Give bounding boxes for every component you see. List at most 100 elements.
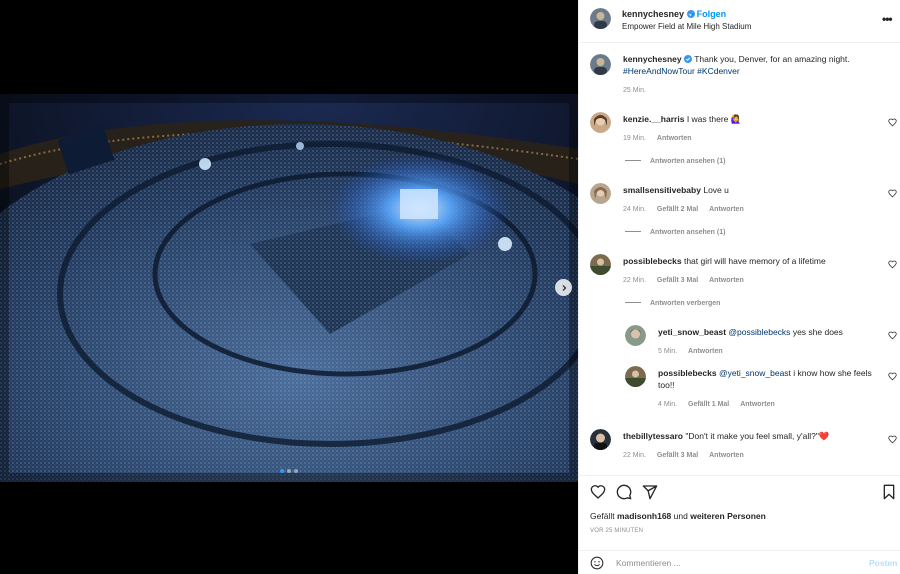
carousel-dot <box>287 469 291 473</box>
like-comment-heart-icon[interactable] <box>888 189 897 198</box>
save-bookmark-icon[interactable] <box>881 484 897 500</box>
like-reply-heart-icon[interactable] <box>888 331 897 340</box>
comment-time[interactable]: 24 Min. <box>623 206 646 213</box>
comment-body: I was there 🙋‍♀️ <box>686 114 742 124</box>
comment-time[interactable]: 22 Min. <box>623 452 646 459</box>
comment-meta: 19 Min. Antworten <box>623 135 701 142</box>
reply-username[interactable]: yeti_snow_beast <box>658 327 726 337</box>
location-link[interactable]: Empower Field at Mile High Stadium <box>622 22 751 31</box>
reply-time[interactable]: 4 Min. <box>658 401 677 408</box>
share-paper-plane-icon[interactable] <box>642 484 658 500</box>
reply-meta: 5 Min. Antworten <box>658 348 732 355</box>
likes-summary: Gefällt madisonh168 und weiteren Persone… <box>590 511 766 521</box>
reply-mention[interactable]: @yeti_snow_beast <box>719 368 791 378</box>
avatar[interactable] <box>590 429 611 450</box>
hide-replies-label: Antworten verbergen <box>650 300 721 307</box>
hide-replies-button[interactable]: Antworten verbergen <box>625 300 720 307</box>
avatar[interactable] <box>590 54 611 75</box>
avatar[interactable] <box>625 366 646 387</box>
post-header: kennychesney • Folgen Empower Field at M… <box>579 0 900 43</box>
like-heart-icon[interactable] <box>590 484 606 500</box>
caption-username[interactable]: kennychesney <box>623 54 682 64</box>
comment-username[interactable]: smallsensitivebaby <box>623 185 701 195</box>
comment-body: that girl will have memory of a lifetime <box>683 256 826 266</box>
comment-time[interactable]: 19 Min. <box>623 135 646 142</box>
like-comment-heart-icon[interactable] <box>888 118 897 127</box>
more-options-icon[interactable]: ••• <box>882 12 893 26</box>
follow-button[interactable]: • Folgen <box>691 9 726 19</box>
reply-text: possiblebecks @yeti_snow_beast i know ho… <box>658 367 878 391</box>
comment-username[interactable]: thebillytessaro <box>623 431 683 441</box>
caption-time[interactable]: 25 Min. <box>623 87 646 94</box>
avatar[interactable] <box>590 183 611 204</box>
post-side-panel: kennychesney • Folgen Empower Field at M… <box>578 0 900 574</box>
like-comment-heart-icon[interactable] <box>888 260 897 269</box>
reply-button[interactable]: Antworten <box>740 401 775 408</box>
view-replies-label: Antworten ansehen (1) <box>650 158 726 165</box>
comment-text: possiblebecks that girl will have memory… <box>623 255 873 267</box>
caption-meta: 25 Min. <box>623 87 655 94</box>
reply-text: yeti_snow_beast @possiblebecks yes she d… <box>658 326 878 338</box>
reply-button[interactable]: Antworten <box>688 348 723 355</box>
caption-hashtags[interactable]: #HereAndNowTour #KCdenver <box>623 66 740 76</box>
follow-label: Folgen <box>696 9 727 19</box>
carousel-dot <box>294 469 298 473</box>
like-reply-heart-icon[interactable] <box>888 372 897 381</box>
comment-username[interactable]: kenzie.__harris <box>623 114 684 124</box>
post-comment-button[interactable]: Posten <box>869 558 897 568</box>
carousel-dot <box>280 469 284 473</box>
liked-by-user[interactable]: madisonh168 <box>617 511 671 521</box>
divider-line <box>625 302 641 303</box>
reply-button[interactable]: Antworten <box>709 452 744 459</box>
verified-badge-icon <box>683 55 692 63</box>
carousel-indicator <box>0 469 578 473</box>
avatar[interactable] <box>590 254 611 275</box>
add-comment-bar: Posten <box>579 550 900 574</box>
username-text[interactable]: kennychesney <box>622 9 684 19</box>
comment-username[interactable]: possiblebecks <box>623 256 682 266</box>
view-replies-button[interactable]: Antworten ansehen (1) <box>625 229 725 236</box>
post-media <box>0 0 578 574</box>
comment-time[interactable]: 22 Min. <box>623 277 646 284</box>
view-replies-button[interactable]: Antworten ansehen (1) <box>625 158 725 165</box>
caption-text: kennychesney Thank you, Denver, for an a… <box>623 53 863 77</box>
comment-meta: 24 Min. Gefällt 2 Mal Antworten <box>623 206 753 213</box>
reply-meta: 4 Min. Gefällt 1 Mal Antworten <box>658 401 784 408</box>
comment-likes[interactable]: Gefällt 3 Mal <box>657 277 698 284</box>
likes-prefix: Gefällt <box>590 511 615 521</box>
likes-conjunction: und <box>673 511 688 521</box>
next-image-button[interactable] <box>555 279 572 296</box>
comment-body: "Don't it make you feel small, y'all?"❤️ <box>685 431 830 441</box>
view-replies-label: Antworten ansehen (1) <box>650 229 726 236</box>
like-comment-heart-icon[interactable] <box>888 435 897 444</box>
avatar[interactable] <box>590 8 611 29</box>
divider-line <box>625 160 641 161</box>
header-username[interactable]: kennychesney <box>622 9 695 19</box>
comment-bubble-icon[interactable] <box>616 484 632 500</box>
comment-likes[interactable]: Gefällt 3 Mal <box>657 452 698 459</box>
reply-mention[interactable]: @possiblebecks <box>728 327 790 337</box>
emoji-icon[interactable] <box>590 556 604 570</box>
reply-button[interactable]: Antworten <box>709 206 744 213</box>
comment-text: kenzie.__harris I was there 🙋‍♀️ <box>623 113 873 125</box>
reply-button[interactable]: Antworten <box>709 277 744 284</box>
comments-list[interactable]: kennychesney Thank you, Denver, for an a… <box>579 43 900 475</box>
stadium-photo[interactable] <box>0 94 578 482</box>
comment-text: smallsensitivebaby Love u <box>623 184 873 196</box>
comment-likes[interactable]: Gefällt 2 Mal <box>657 206 698 213</box>
reply-username[interactable]: possiblebecks <box>658 368 717 378</box>
avatar[interactable] <box>590 112 611 133</box>
comment-meta: 22 Min. Gefällt 3 Mal Antworten <box>623 277 753 284</box>
reply-likes[interactable]: Gefällt 1 Mal <box>688 401 729 408</box>
comment-meta: 22 Min. Gefällt 3 Mal Antworten <box>623 452 753 459</box>
caption-body: Thank you, Denver, for an amazing night. <box>694 54 850 64</box>
avatar[interactable] <box>625 325 646 346</box>
reply-button[interactable]: Antworten <box>657 135 692 142</box>
chevron-right-icon <box>562 284 566 291</box>
divider-line <box>625 231 641 232</box>
liked-by-others[interactable]: weiteren Personen <box>690 511 766 521</box>
reply-time[interactable]: 5 Min. <box>658 348 677 355</box>
post-actions: Gefällt madisonh168 und weiteren Persone… <box>579 475 900 574</box>
comment-input[interactable] <box>616 556 856 570</box>
post-time[interactable]: VOR 25 MINUTEN <box>590 528 643 534</box>
